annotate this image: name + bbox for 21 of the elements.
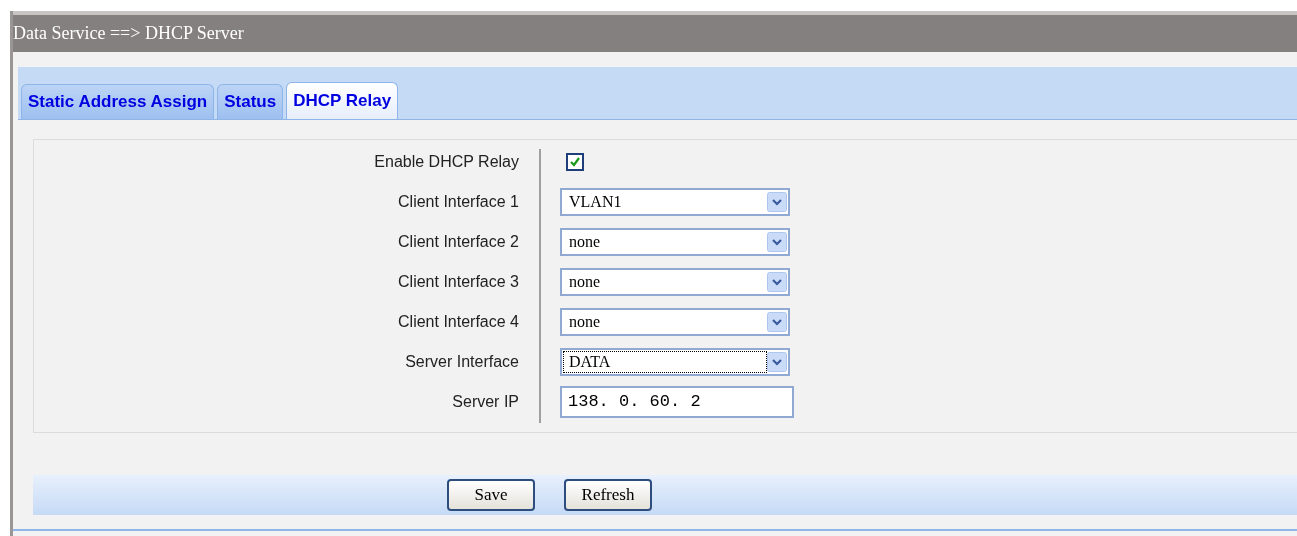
action-button[interactable]: Save — [447, 479, 535, 511]
field-label: Client Interface 4 — [398, 312, 519, 332]
dropdown[interactable]: none — [560, 228, 790, 256]
dropdown[interactable]: none — [560, 308, 790, 336]
field-label: Client Interface 2 — [398, 232, 519, 252]
tab[interactable]: DHCP Relay — [286, 82, 399, 119]
check-icon — [569, 156, 581, 168]
field-label: Client Interface 1 — [398, 192, 519, 212]
checkbox[interactable] — [566, 153, 584, 171]
field-label: Client Interface 3 — [398, 272, 519, 292]
field-label: Server Interface — [405, 352, 519, 372]
dropdown[interactable]: DATA — [560, 348, 790, 376]
tab[interactable]: Static Address Assign — [21, 84, 215, 119]
field-label: Server IP — [452, 392, 519, 412]
dropdown[interactable]: none — [560, 268, 790, 296]
field-label: Enable DHCP Relay — [374, 152, 519, 172]
dropdown[interactable]: VLAN1 — [560, 188, 790, 216]
window-title: Data Service ==> DHCP Server — [13, 22, 244, 45]
action-button[interactable]: Refresh — [564, 479, 652, 511]
tab[interactable]: Status — [217, 84, 284, 119]
input-field[interactable]: 138. 0. 60. 2 — [560, 386, 794, 418]
